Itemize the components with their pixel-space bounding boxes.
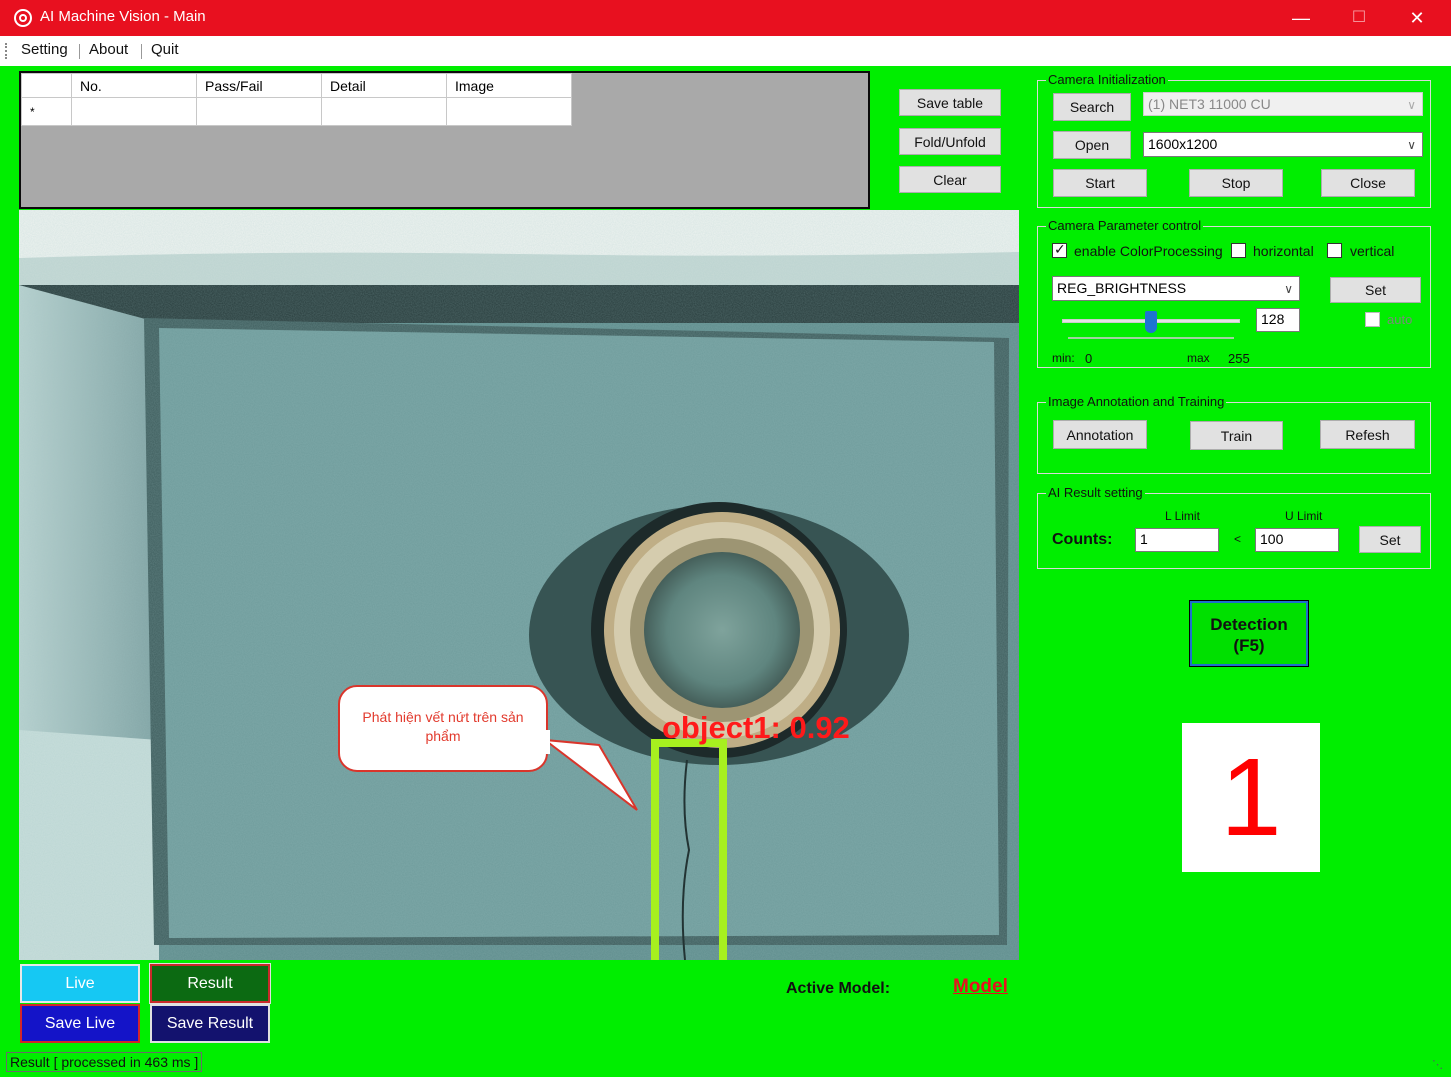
table-cell[interactable]: [321, 97, 447, 126]
vertical-label: vertical: [1350, 243, 1395, 259]
menu-quit[interactable]: Quit: [143, 41, 187, 58]
horizontal-label: horizontal: [1253, 243, 1314, 259]
camera-image-view[interactable]: object1: 0.92 Phát hiện vết nứt trên sản…: [19, 210, 1019, 960]
table-cell[interactable]: [196, 97, 322, 126]
row-header-corner: [21, 73, 72, 98]
resolution-select[interactable]: 1600x1200 ∨: [1143, 132, 1423, 157]
counts-label: Counts:: [1052, 531, 1113, 548]
minimize-button[interactable]: —: [1272, 0, 1330, 36]
enable-color-label: enable ColorProcessing: [1074, 243, 1223, 259]
results-grid[interactable]: No. Pass/Fail Detail Image *: [19, 71, 870, 209]
window-title: AI Machine Vision - Main: [40, 8, 206, 25]
device-value: (1) NET3 11000 CU: [1148, 96, 1271, 112]
detection-button[interactable]: Detection (F5): [1189, 600, 1309, 667]
column-header-pass-fail[interactable]: Pass/Fail: [196, 73, 322, 98]
parameter-select[interactable]: REG_BRIGHTNESS ∨: [1052, 276, 1300, 301]
app-icon: [14, 9, 32, 27]
menu-bar: Setting About Quit: [0, 36, 1451, 66]
chevron-down-icon: ∨: [1407, 138, 1416, 152]
table-cell[interactable]: [446, 97, 572, 126]
table-cell[interactable]: [71, 97, 197, 126]
inspection-image: [19, 210, 1019, 960]
min-label: min:: [1052, 351, 1075, 365]
callout-text: Phát hiện vết nứt trên sản phẩm: [362, 709, 524, 744]
active-model-link[interactable]: Model: [953, 976, 1008, 998]
vertical-checkbox[interactable]: [1327, 243, 1342, 258]
refresh-button[interactable]: Refesh: [1320, 420, 1415, 449]
status-bar: [0, 1048, 1451, 1077]
grip: [5, 43, 7, 59]
results-table: No. Pass/Fail Detail Image *: [21, 73, 572, 126]
result-button[interactable]: Result: [149, 963, 271, 1004]
group-title: Camera Parameter control: [1046, 218, 1204, 233]
u-limit-input[interactable]: 100: [1255, 528, 1339, 552]
slider-ticks: [1068, 337, 1234, 339]
title-bar: AI Machine Vision - Main — ☐ ✕: [0, 0, 1451, 36]
save-result-button[interactable]: Save Result: [150, 1004, 270, 1043]
train-button[interactable]: Train: [1190, 421, 1283, 450]
column-header-detail[interactable]: Detail: [321, 73, 447, 98]
new-row-marker: *: [21, 97, 72, 126]
detection-label-line2: (F5): [1233, 636, 1265, 655]
column-header-no[interactable]: No.: [71, 73, 197, 98]
resolution-value: 1600x1200: [1148, 136, 1218, 152]
live-button[interactable]: Live: [20, 964, 140, 1003]
maximize-button[interactable]: ☐: [1330, 0, 1388, 36]
menu-separator: [141, 44, 142, 59]
detection-label: object1: 0.92: [662, 710, 850, 745]
close-camera-button[interactable]: Close: [1321, 169, 1415, 197]
max-value: 255: [1228, 351, 1250, 366]
start-button[interactable]: Start: [1053, 169, 1147, 197]
group-title: AI Result setting: [1046, 485, 1145, 500]
parameter-set-button[interactable]: Set: [1330, 277, 1421, 303]
stop-button[interactable]: Stop: [1189, 169, 1283, 197]
check-icon: ✓: [1054, 241, 1066, 257]
u-limit-label: U Limit: [1285, 509, 1323, 523]
parameter-value: REG_BRIGHTNESS: [1057, 280, 1187, 296]
limit-set-button[interactable]: Set: [1359, 526, 1421, 553]
horizontal-checkbox[interactable]: [1231, 243, 1246, 258]
enable-color-checkbox[interactable]: ✓: [1052, 241, 1067, 258]
chevron-down-icon: ∨: [1284, 282, 1293, 296]
auto-label: auto: [1387, 312, 1413, 327]
auto-checkbox[interactable]: [1365, 312, 1380, 327]
slider-thumb[interactable]: [1145, 311, 1157, 333]
group-title: Camera Initialization: [1046, 72, 1168, 87]
table-header-row: No. Pass/Fail Detail Image: [21, 73, 572, 98]
max-label: max: [1187, 351, 1210, 365]
search-button[interactable]: Search: [1053, 93, 1131, 121]
open-button[interactable]: Open: [1053, 131, 1131, 159]
min-value: 0: [1085, 351, 1093, 366]
less-than-label: <: [1234, 532, 1242, 546]
menu-separator: [79, 44, 80, 59]
l-limit-input[interactable]: 1: [1135, 528, 1219, 552]
close-window-button[interactable]: ✕: [1388, 0, 1446, 36]
status-text: Result [ processed in 463 ms ]: [6, 1052, 203, 1072]
fold-unfold-button[interactable]: Fold/Unfold: [899, 128, 1001, 155]
save-table-button[interactable]: Save table: [899, 89, 1001, 116]
save-live-button[interactable]: Save Live: [20, 1004, 140, 1043]
menu-setting[interactable]: Setting: [13, 41, 76, 58]
device-select[interactable]: (1) NET3 11000 CU ∨: [1143, 92, 1423, 116]
column-header-image[interactable]: Image: [446, 73, 572, 98]
menu-about[interactable]: About: [81, 41, 136, 58]
table-row[interactable]: *: [21, 97, 572, 126]
chevron-down-icon: ∨: [1407, 98, 1416, 112]
resize-grip-icon[interactable]: ⋱: [1432, 1058, 1443, 1071]
l-limit-label: L Limit: [1165, 509, 1200, 523]
result-count-display: 1: [1182, 723, 1320, 872]
group-title: Image Annotation and Training: [1046, 394, 1227, 409]
detection-label-line1: Detection: [1210, 615, 1288, 634]
parameter-value-input[interactable]: 128: [1256, 308, 1300, 332]
active-model-label: Active Model:: [786, 980, 891, 997]
annotation-button[interactable]: Annotation: [1053, 420, 1147, 449]
clear-button[interactable]: Clear: [899, 166, 1001, 193]
